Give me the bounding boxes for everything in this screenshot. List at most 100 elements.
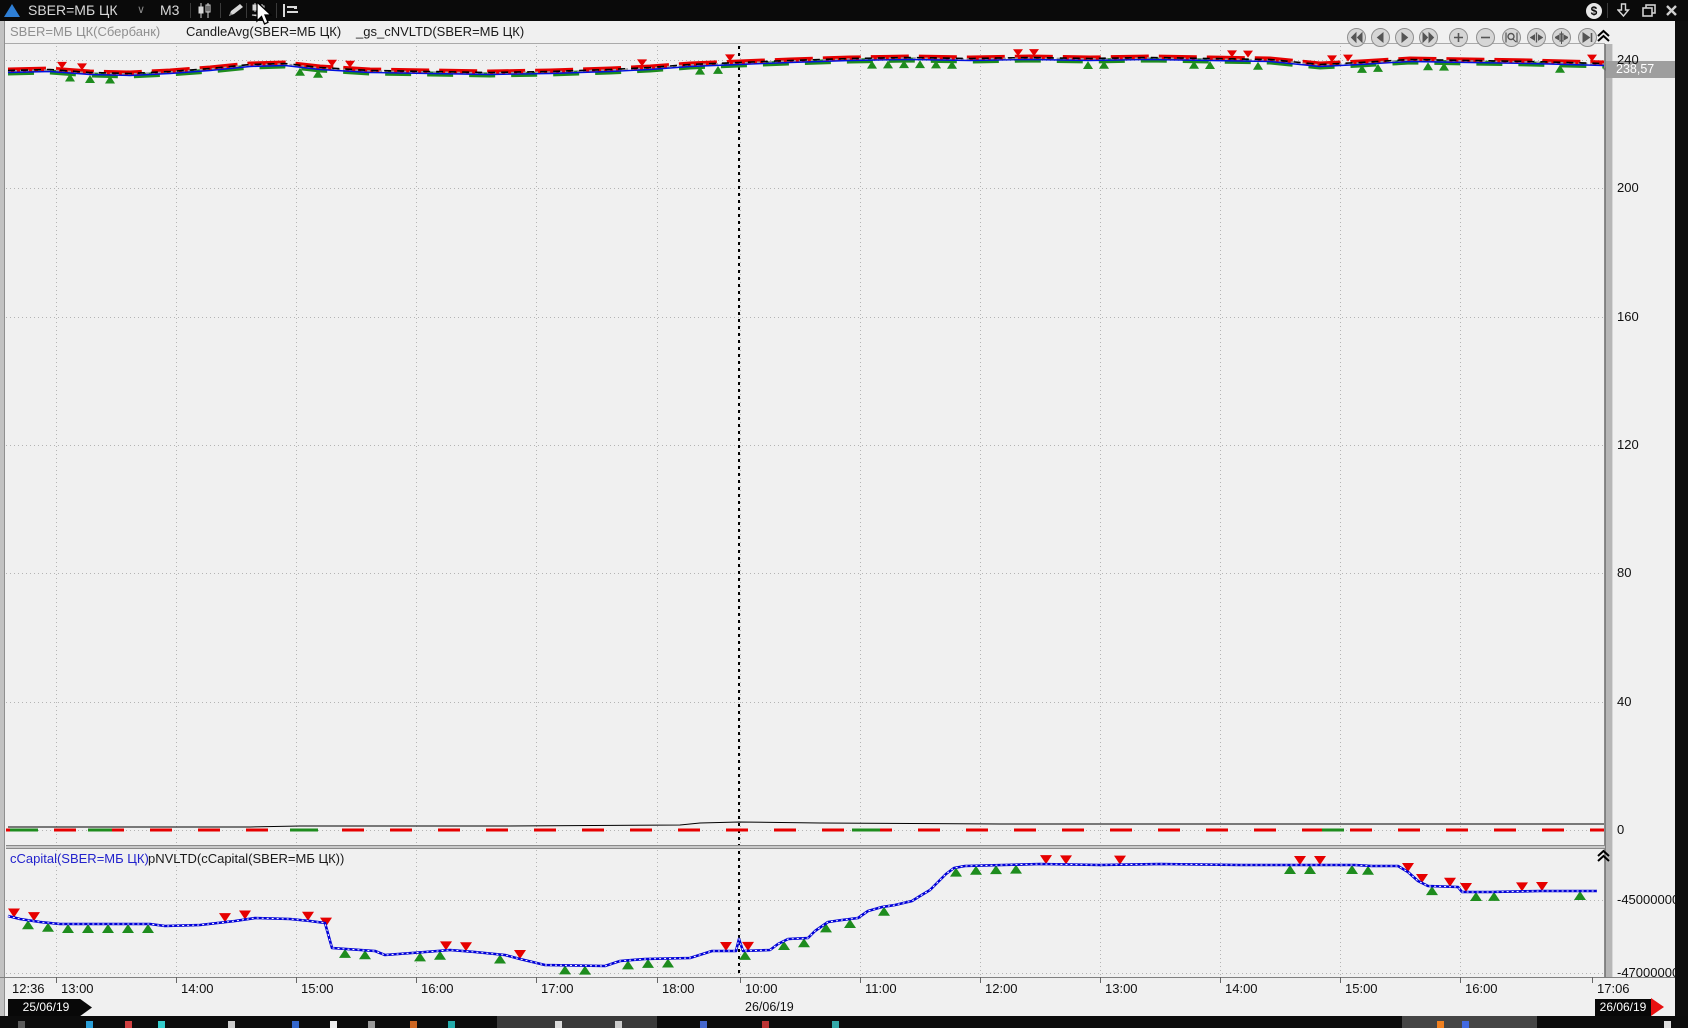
fast-back-button[interactable] <box>1347 28 1366 47</box>
time-axis-label: 13:00 <box>1105 981 1138 996</box>
time-axis-label: 16:00 <box>421 981 454 996</box>
capital-down-marker <box>720 942 732 951</box>
nvltd-line <box>8 822 1604 827</box>
time-axis-label: 14:00 <box>181 981 214 996</box>
divider <box>220 3 221 18</box>
taskbar-app-icon[interactable] <box>125 1021 132 1028</box>
capital-axis-label: -47000000 <box>1617 965 1679 980</box>
candle-width-button[interactable] <box>1552 28 1571 47</box>
download-icon[interactable] <box>1612 1 1634 20</box>
taskbar-app-icon[interactable] <box>368 1021 375 1028</box>
dollar-badge-icon[interactable]: $ <box>1583 1 1605 20</box>
time-axis-tick <box>536 977 537 983</box>
mouse-cursor <box>256 2 278 31</box>
capital-down-marker <box>1536 882 1548 891</box>
price-axis-label: 240 <box>1617 52 1639 67</box>
taskbar-app-icon[interactable] <box>292 1021 299 1028</box>
timeframe-label[interactable]: М3 <box>160 0 179 21</box>
main-panel-series3-label: _gs_cNVLTD(SBER=МБ ЦК) <box>356 24 524 39</box>
chart-canvas[interactable] <box>0 0 1688 1028</box>
window-left-frame <box>0 21 5 1016</box>
draw-pencil-icon[interactable] <box>224 2 246 19</box>
divider <box>190 3 191 18</box>
up-arrow-marker <box>915 60 925 68</box>
app-logo-triangle-icon <box>4 4 20 17</box>
time-axis-label: 15:00 <box>301 981 334 996</box>
capital-up-marker <box>1470 892 1482 901</box>
main-panel-instrument-label: SBER=МБ ЦК(Сбербанк) <box>10 24 160 39</box>
time-axis-label: 15:00 <box>1345 981 1378 996</box>
time-axis-tick <box>1220 977 1221 983</box>
title-bar: SBER=МБ ЦК ∨ М3 <box>0 0 1688 21</box>
taskbar-app-icon[interactable] <box>1664 1021 1671 1028</box>
fast-forward-button[interactable] <box>1419 28 1438 47</box>
taskbar-app-icon[interactable] <box>18 1021 25 1028</box>
time-axis-label: 13:00 <box>61 981 94 996</box>
taskbar-app-icon[interactable] <box>86 1021 93 1028</box>
instrument-title[interactable]: SBER=МБ ЦК <box>28 0 118 21</box>
taskbar-app-icon[interactable] <box>762 1021 769 1028</box>
time-axis-label: 10:00 <box>745 981 778 996</box>
price-axis-label: 40 <box>1617 694 1631 709</box>
chevron-down-icon[interactable]: ∨ <box>137 0 145 21</box>
collapse-lower-panel-chevron[interactable] <box>1596 849 1611 863</box>
collapse-main-panel-chevron[interactable] <box>1596 29 1611 43</box>
taskbar-app-icon[interactable] <box>700 1021 707 1028</box>
time-axis-tick <box>1340 977 1341 983</box>
lower-panel-series2-label: pNVLTD(cCapital(SBER=МБ ЦК)) <box>148 851 344 866</box>
zoom-region-button[interactable] <box>1502 28 1521 47</box>
time-axis-label: 16:00 <box>1465 981 1498 996</box>
taskbar-app-icon[interactable] <box>1462 1021 1469 1028</box>
taskbar-app-icon[interactable] <box>832 1021 839 1028</box>
time-axis-tick <box>416 977 417 983</box>
restore-window-icon[interactable] <box>1638 1 1660 20</box>
time-axis-tick <box>860 977 861 983</box>
forward-button[interactable] <box>1395 28 1414 47</box>
session-end-date-tag: 26/06/19 <box>1595 999 1651 1016</box>
capital-up-marker <box>102 924 114 933</box>
time-axis-label: 17:06 <box>1597 981 1630 996</box>
taskbar-app-icon[interactable] <box>555 1021 562 1028</box>
capital-up-marker <box>739 951 751 960</box>
capital-up-marker <box>122 924 134 933</box>
time-axis-tick <box>980 977 981 983</box>
taskbar-app-icon[interactable] <box>330 1021 337 1028</box>
panel-splitter[interactable] <box>6 845 1605 849</box>
taskbar-app-group[interactable] <box>1402 1016 1537 1028</box>
go-to-end-button[interactable] <box>1578 28 1597 47</box>
time-axis-tick <box>657 977 658 983</box>
capital-up-marker <box>1304 865 1316 874</box>
taskbar-app-icon[interactable] <box>228 1021 235 1028</box>
up-arrow-marker <box>1083 61 1093 69</box>
levels-tool-icon[interactable] <box>280 2 302 19</box>
time-axis-label: 17:00 <box>541 981 574 996</box>
capital-up-marker <box>82 924 94 933</box>
time-axis-tick <box>1460 977 1461 983</box>
price-axis-label: 120 <box>1617 437 1639 452</box>
zoom-in-button[interactable] <box>1449 28 1468 47</box>
session-date-label: 26/06/19 <box>745 1000 794 1014</box>
time-axis-label: 11:00 <box>865 981 897 996</box>
taskbar-app-icon[interactable] <box>1437 1021 1444 1028</box>
session-start-date-tag: 25/06/19 <box>8 999 92 1016</box>
compress-scale-button[interactable] <box>1527 28 1546 47</box>
plot-top-border <box>5 43 1605 44</box>
lower-panel-series1-label: cCapital(SBER=МБ ЦК) <box>10 851 149 866</box>
capital-up-marker <box>62 924 74 933</box>
close-window-icon[interactable] <box>1660 1 1682 20</box>
time-axis-tick <box>296 977 297 983</box>
back-button[interactable] <box>1371 28 1390 47</box>
zoom-out-button[interactable] <box>1476 28 1495 47</box>
price-axis-scroll-strip[interactable] <box>1605 44 1613 977</box>
divider <box>246 3 247 18</box>
time-axis-tick <box>1100 977 1101 983</box>
taskbar-app-icon[interactable] <box>615 1021 622 1028</box>
taskbar-app-icon[interactable] <box>158 1021 165 1028</box>
time-axis-label: 12:00 <box>985 981 1018 996</box>
candles-tool-icon[interactable] <box>194 2 216 19</box>
taskbar-app-icon[interactable] <box>448 1021 455 1028</box>
time-axis-border <box>0 977 1675 978</box>
taskbar-active-app[interactable] <box>497 1016 657 1028</box>
time-axis-label: 18:00 <box>662 981 695 996</box>
taskbar-app-icon[interactable] <box>410 1021 417 1028</box>
